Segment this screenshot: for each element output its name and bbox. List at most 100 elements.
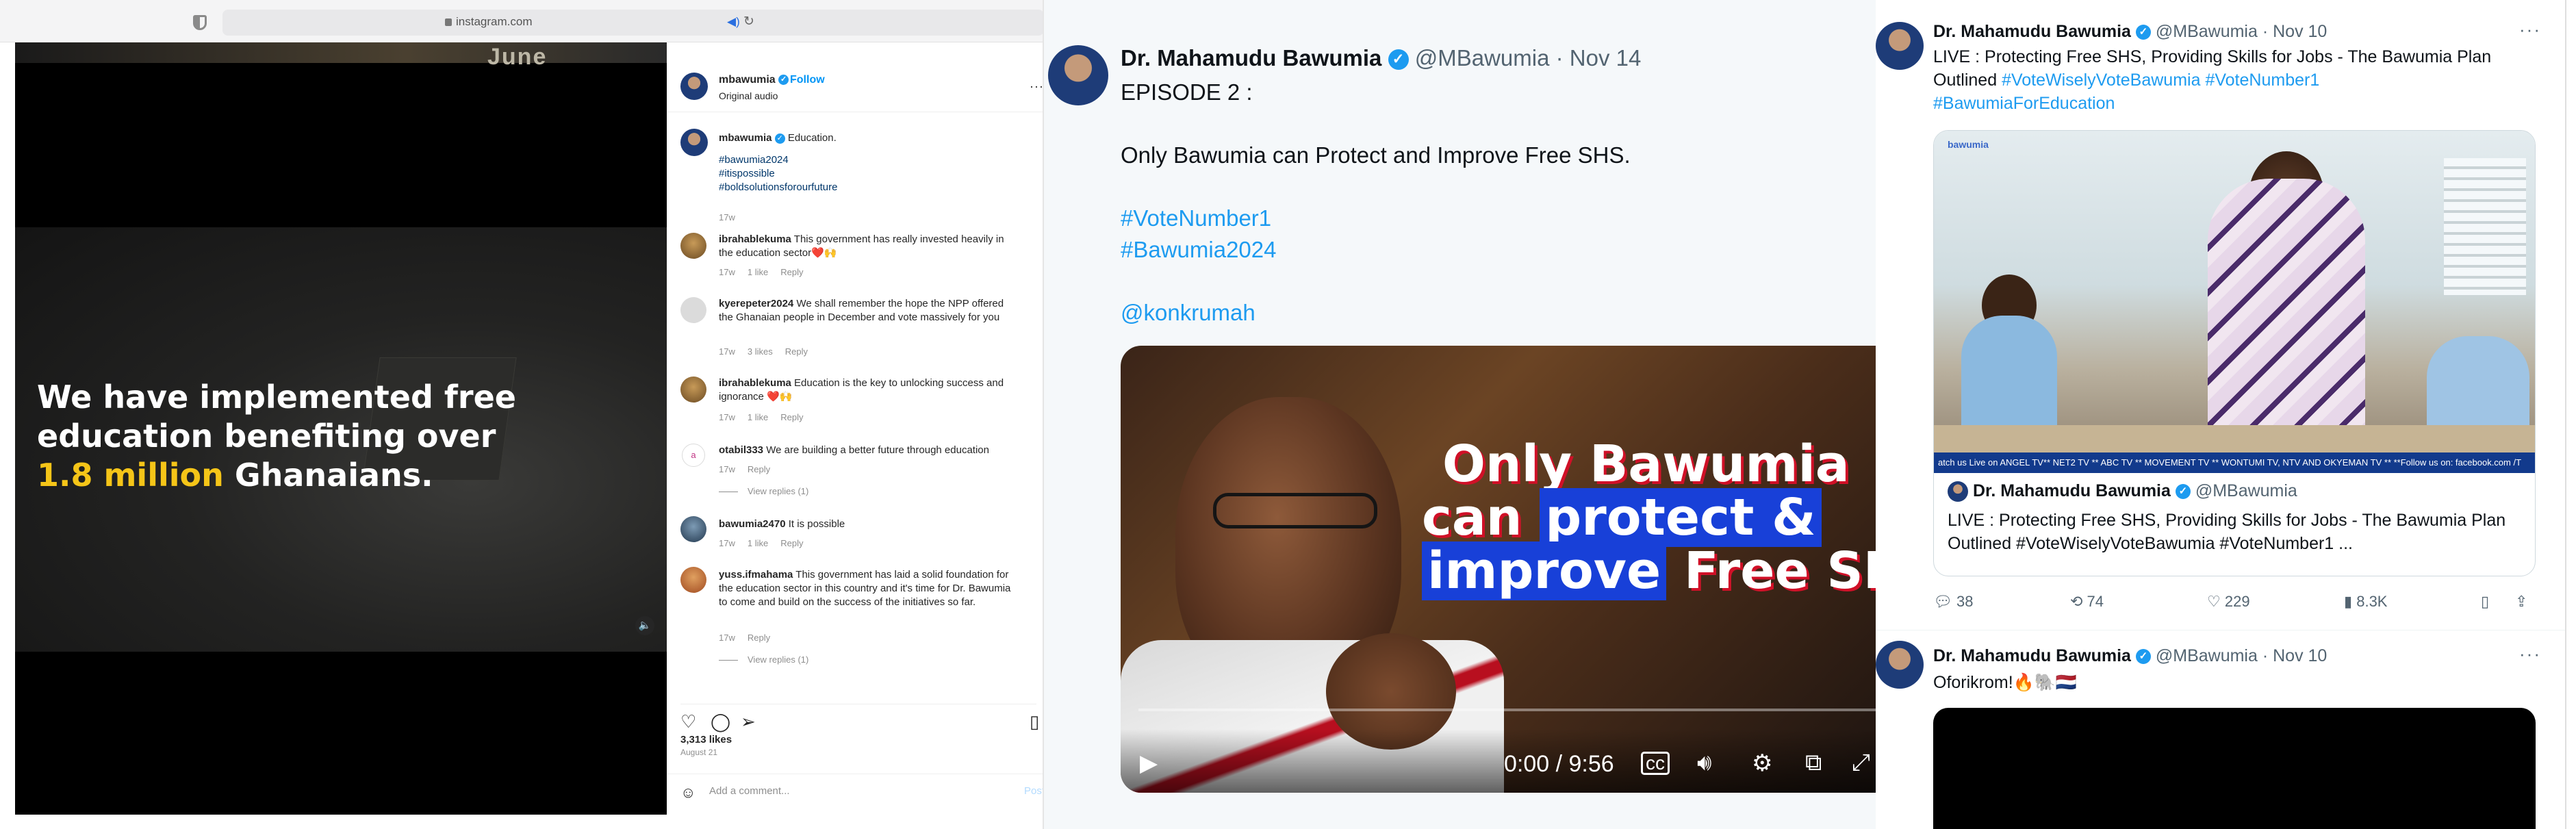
tweet-date[interactable]: · Nov 10 — [2262, 22, 2327, 41]
avatar[interactable] — [1048, 45, 1108, 105]
comment-username[interactable]: ibrahablekuma — [719, 233, 791, 245]
video-glasses-shape — [1213, 493, 1377, 528]
comment-likes[interactable]: 1 like — [748, 538, 768, 548]
caption-username[interactable]: mbawumia — [719, 132, 772, 144]
avatar[interactable]: a — [682, 444, 705, 467]
avatar[interactable] — [680, 377, 706, 403]
avatar[interactable] — [1876, 22, 1924, 70]
author-name[interactable]: Dr. Mahamudu Bawumia — [1121, 45, 1381, 71]
share-icon[interactable]: ➢ — [741, 711, 756, 732]
avatar[interactable] — [1876, 641, 1924, 689]
video-progress-bar[interactable] — [1138, 709, 1876, 711]
address-bar[interactable] — [222, 10, 1044, 36]
avatar[interactable] — [680, 297, 706, 323]
retweet-button[interactable]: ⟲ 74 — [2070, 593, 2104, 611]
hashtag-link[interactable]: #boldsolutionsforourfuture — [719, 181, 1020, 194]
link-preview-card[interactable]: bawumia atch us Live on ANGEL TV** NET2 … — [1933, 130, 2536, 576]
author-handle[interactable]: @MBawumia — [2156, 646, 2258, 665]
pip-icon[interactable]: ⧉ — [1805, 750, 1822, 776]
post-comment-button[interactable]: Post — [1024, 785, 1044, 797]
comment-username[interactable]: kyerepeter2024 — [719, 298, 793, 309]
comment-likes[interactable]: 1 like — [748, 412, 768, 422]
audio-playing-icon[interactable]: ◀︎) — [727, 15, 740, 29]
instagram-browser-panel: instagram.com ◀︎) ↻ June We have impleme… — [0, 0, 1044, 829]
verified-icon: ✓ — [2135, 649, 2151, 665]
comment-input[interactable]: Add a comment... — [709, 785, 790, 797]
author-handle[interactable]: @MBawumia — [2156, 22, 2258, 41]
more-options-icon[interactable]: ··· — [2519, 643, 2541, 665]
comment-icon[interactable]: ◯ — [711, 711, 730, 732]
avatar[interactable] — [680, 567, 706, 593]
hashtag-link[interactable]: #bawumia2024 — [719, 153, 1020, 167]
avatar[interactable] — [680, 73, 708, 100]
tweet-author[interactable]: Dr. Mahamudu Bawumia ✓ @MBawumia · Nov 1… — [1121, 45, 1641, 71]
author-name[interactable]: Dr. Mahamudu Bawumia — [1933, 646, 2131, 665]
likes-count[interactable]: 3,313 likes — [680, 734, 732, 745]
reply-link[interactable]: Reply — [748, 633, 770, 643]
hashtag-link[interactable]: #VoteNumber1 — [1121, 203, 1867, 234]
emoji-icon[interactable]: ☺ — [680, 784, 696, 802]
like-button[interactable]: ♡ 229 — [2207, 593, 2250, 611]
more-options-icon[interactable]: ··· — [1030, 79, 1044, 94]
captions-icon[interactable]: cc — [1641, 752, 1670, 775]
hashtag-link[interactable]: #BawumiaForEducation — [1933, 94, 2115, 113]
avatar[interactable] — [680, 129, 708, 156]
reload-icon[interactable]: ↻ — [743, 14, 754, 29]
reply-link[interactable]: Reply — [780, 267, 803, 277]
tweet-date[interactable]: · Nov 10 — [2262, 646, 2327, 665]
verified-icon: ✓ — [2135, 25, 2151, 40]
reply-link[interactable]: Reply — [780, 412, 803, 422]
tweet-video-player[interactable]: Only Bawumia can protect & improve Free … — [1121, 346, 1876, 793]
mute-icon[interactable]: 🔈 — [635, 616, 654, 635]
tweet-media[interactable] — [1933, 708, 2536, 829]
caption-age: 17w — [719, 212, 748, 222]
author-handle[interactable]: @MBawumia — [1415, 45, 1550, 71]
hashtag-link[interactable]: #Bawumia2024 — [1121, 234, 1867, 266]
bookmark-icon[interactable]: ▯ — [1030, 711, 1039, 732]
reply-button[interactable]: 💬︎ 38 — [1933, 593, 1974, 611]
author-name[interactable]: Dr. Mahamudu Bawumia — [1933, 22, 2131, 41]
play-icon[interactable]: ▶ — [1140, 750, 1158, 777]
avatar[interactable] — [680, 233, 706, 259]
shield-icon[interactable] — [193, 15, 207, 30]
overlay-highlight: 1.8 million — [37, 457, 224, 494]
comment-username[interactable]: yuss.ifmahama — [719, 569, 793, 581]
comment-likes[interactable]: 1 like — [748, 267, 768, 277]
fullscreen-icon[interactable]: ⤢ — [1852, 750, 1870, 776]
view-replies-link[interactable]: View replies (1) — [719, 486, 808, 496]
username-text[interactable]: mbawumia — [719, 74, 776, 86]
view-replies-link[interactable]: View replies (1) — [719, 654, 808, 665]
views-button[interactable]: ▮ 8.3K — [2344, 593, 2387, 611]
original-audio-label[interactable]: Original audio — [719, 90, 778, 101]
tweet-author[interactable]: Dr. Mahamudu Bawumia ✓ @MBawumia · Nov 1… — [1933, 646, 2327, 666]
volume-icon[interactable]: 🔊︎ — [1697, 750, 1711, 776]
bookmark-icon[interactable]: ▯ — [2481, 593, 2489, 611]
hashtag-link[interactable]: #VoteNumber1 — [2205, 71, 2319, 90]
comment-box: ☺ Add a comment... Post — [667, 774, 1044, 808]
follow-button[interactable]: Follow — [790, 74, 825, 86]
comment-meta: 17w 1 like Reply — [719, 267, 815, 277]
tweet-text: Oforikrom!🔥🐘🇳🇱 — [1933, 673, 2078, 692]
post-username[interactable]: mbawumia ✓ · — [719, 74, 795, 86]
avatar[interactable] — [680, 516, 706, 542]
more-options-icon[interactable]: ··· — [2519, 19, 2541, 40]
address-bar-url[interactable]: instagram.com — [456, 15, 532, 29]
comment-username[interactable]: ibrahablekuma — [719, 377, 791, 389]
settings-icon[interactable]: ⚙ — [1752, 750, 1772, 777]
verified-icon: ✓ — [774, 133, 785, 144]
reply-link[interactable]: Reply — [785, 346, 808, 357]
heart-icon[interactable]: ♡ — [680, 711, 696, 732]
comment-username[interactable]: bawumia2470 — [719, 518, 786, 530]
instagram-reel-video[interactable]: June We have implemented free education … — [15, 42, 667, 815]
hashtag-link[interactable]: #itispossible — [719, 167, 1020, 181]
card-text: LIVE : Protecting Free SHS, Providing Sk… — [1948, 511, 2506, 553]
tweet-date[interactable]: · Nov 14 — [1556, 45, 1642, 71]
hashtag-link[interactable]: #VoteWiselyVoteBawumia — [2002, 71, 2200, 90]
tweet-author[interactable]: Dr. Mahamudu Bawumia ✓ @MBawumia · Nov 1… — [1933, 22, 2327, 42]
comment-username[interactable]: otabil333 — [719, 444, 763, 456]
reply-link[interactable]: Reply — [780, 538, 803, 548]
reply-link[interactable]: Reply — [748, 464, 770, 474]
share-icon[interactable]: ⇪ — [2515, 593, 2527, 611]
comment-likes[interactable]: 3 likes — [748, 346, 773, 357]
mention-link[interactable]: @konkrumah — [1121, 297, 1867, 329]
